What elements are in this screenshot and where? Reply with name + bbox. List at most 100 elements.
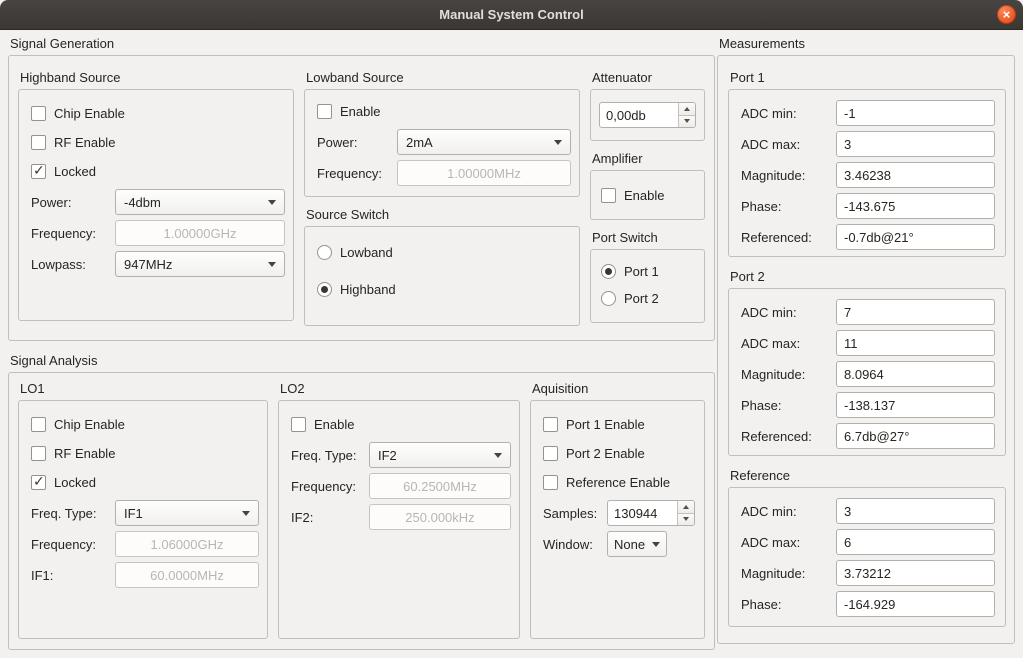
reference-title: Reference — [728, 468, 1006, 487]
radio-label: Lowband — [340, 245, 393, 260]
source-switch-highband-radio[interactable]: Highband — [317, 278, 571, 300]
reference-magnitude-field[interactable]: 3.73212 — [836, 560, 995, 586]
reference-phase-field[interactable]: -164.929 — [836, 591, 995, 617]
highband-rf-enable-checkbox[interactable]: RF Enable — [31, 131, 285, 153]
highband-chip-enable-checkbox[interactable]: Chip Enable — [31, 102, 285, 124]
lo1-chip-enable-checkbox[interactable]: Chip Enable — [31, 413, 259, 435]
lo2-enable-checkbox[interactable]: Enable — [291, 413, 511, 435]
field-label: Phase: — [741, 597, 836, 612]
port-switch-port2-radio[interactable]: Port 2 — [601, 287, 696, 309]
highband-power-select[interactable]: -4dbm — [115, 189, 285, 215]
field-label: Power: — [317, 135, 397, 150]
amplifier-enable-checkbox[interactable]: Enable — [601, 184, 696, 206]
field-label: ADC max: — [741, 137, 836, 152]
radio-label: Highband — [340, 282, 396, 297]
checkbox-box — [291, 417, 306, 432]
port-switch-port1-radio[interactable]: Port 1 — [601, 260, 696, 282]
port1-referenced-field[interactable]: -0.7db@21° — [836, 224, 995, 250]
signal-generation-title: Signal Generation — [8, 36, 715, 55]
port1-magnitude-field[interactable]: 3.46238 — [836, 162, 995, 188]
spin-down-button[interactable] — [679, 116, 695, 128]
chevron-down-icon — [268, 262, 276, 267]
lo1-frequency-row: Frequency: 1.06000GHz — [31, 531, 259, 557]
amplifier-group: Amplifier Enable — [590, 151, 705, 220]
port2-referenced-row: Referenced: 6.7db@27° — [741, 423, 995, 449]
attenuator-spinbox[interactable]: 0,00db — [599, 102, 696, 128]
lo1-rf-enable-checkbox[interactable]: RF Enable — [31, 442, 259, 464]
titlebar[interactable]: Manual System Control × — [0, 0, 1023, 30]
checkbox-box — [543, 446, 558, 461]
highband-power-row: Power: -4dbm — [31, 189, 285, 215]
lo2-frequency-row: Frequency: 60.2500MHz — [291, 473, 511, 499]
right-column: Measurements Port 1 ADC min: -1 ADC max: — [717, 36, 1015, 650]
close-button[interactable]: × — [997, 5, 1016, 24]
port2-phase-field[interactable]: -138.137 — [836, 392, 995, 418]
port2-adc-max-field[interactable]: 11 — [836, 330, 995, 356]
field-label: Magnitude: — [741, 168, 836, 183]
port2-magnitude-field[interactable]: 8.0964 — [836, 361, 995, 387]
lowband-enable-checkbox[interactable]: Enable — [317, 100, 571, 122]
port2-magnitude-row: Magnitude: 8.0964 — [741, 361, 995, 387]
source-switch-lowband-radio[interactable]: Lowband — [317, 241, 571, 263]
reference-adc-min-field[interactable]: 3 — [836, 498, 995, 524]
window-select[interactable]: None — [607, 531, 667, 557]
reference-magnitude-row: Magnitude: 3.73212 — [741, 560, 995, 586]
checkbox-label: Locked — [54, 164, 96, 179]
checkbox-box — [543, 417, 558, 432]
port1-phase-field[interactable]: -143.675 — [836, 193, 995, 219]
signal-generation-frame: Highband Source Chip Enable RF Enable — [8, 55, 715, 341]
lo1-freq-type-select[interactable]: IF1 — [115, 500, 259, 526]
field-label: Samples: — [543, 506, 607, 521]
aquisition-reference-enable-checkbox[interactable]: Reference Enable — [543, 471, 696, 493]
spin-up-button[interactable] — [678, 501, 694, 514]
port2-adc-min-field[interactable]: 7 — [836, 299, 995, 325]
port2-referenced-field[interactable]: 6.7db@27° — [836, 423, 995, 449]
lo1-group: LO1 Chip Enable RF Enable — [18, 381, 268, 639]
lowband-frequency-field: 1.00000MHz — [397, 160, 571, 186]
aquisition-group: Aquisition Port 1 Enable Port 2 Enable — [530, 381, 705, 639]
field-label: Freq. Type: — [291, 448, 369, 463]
field-label: ADC max: — [741, 336, 836, 351]
checkbox-box — [31, 417, 46, 432]
aquisition-port2-enable-checkbox[interactable]: Port 2 Enable — [543, 442, 696, 464]
spin-down-button[interactable] — [678, 514, 694, 526]
left-column: Signal Generation Highband Source Chip E… — [8, 36, 715, 650]
radio-label: Port 2 — [624, 291, 659, 306]
spin-up-button[interactable] — [679, 103, 695, 116]
lo1-title: LO1 — [18, 381, 268, 400]
reference-phase-row: Phase: -164.929 — [741, 591, 995, 617]
checkbox-label: Locked — [54, 475, 96, 490]
aquisition-port1-enable-checkbox[interactable]: Port 1 Enable — [543, 413, 696, 435]
field-label: Frequency: — [291, 479, 369, 494]
triangle-up-icon — [684, 107, 690, 111]
lo1-if1-row: IF1: 60.0000MHz — [31, 562, 259, 588]
lo2-if2-field: 250.000kHz — [369, 504, 511, 530]
checkbox-box — [31, 475, 46, 490]
lowband-power-select[interactable]: 2mA — [397, 129, 571, 155]
field-label: ADC max: — [741, 535, 836, 550]
attenuator-group: Attenuator 0,00db — [590, 70, 705, 141]
radio-label: Port 1 — [624, 264, 659, 279]
samples-spinbox[interactable]: 130944 — [607, 500, 695, 526]
checkbox-box — [31, 446, 46, 461]
radio-circle — [601, 264, 616, 279]
lo1-locked-checkbox[interactable]: Locked — [31, 471, 259, 493]
checkbox-label: RF Enable — [54, 135, 115, 150]
reference-adc-max-field[interactable]: 6 — [836, 529, 995, 555]
lo2-frequency-field: 60.2500MHz — [369, 473, 511, 499]
lo1-if1-field: 60.0000MHz — [115, 562, 259, 588]
lo2-freq-type-select[interactable]: IF2 — [369, 442, 511, 468]
lo2-title: LO2 — [278, 381, 520, 400]
port1-adc-max-field[interactable]: 3 — [836, 131, 995, 157]
highband-locked-checkbox[interactable]: Locked — [31, 160, 285, 182]
aquisition-title: Aquisition — [530, 381, 705, 400]
highband-source-title: Highband Source — [18, 70, 294, 89]
field-label: Frequency: — [317, 166, 397, 181]
highband-lowpass-select[interactable]: 947MHz — [115, 251, 285, 277]
port1-adc-min-field[interactable]: -1 — [836, 100, 995, 126]
port1-adc-min-row: ADC min: -1 — [741, 100, 995, 126]
highband-frequency-field: 1.00000GHz — [115, 220, 285, 246]
port2-adc-min-row: ADC min: 7 — [741, 299, 995, 325]
aquisition-window-row: Window: None — [543, 531, 696, 557]
lowband-source-title: Lowband Source — [304, 70, 580, 89]
